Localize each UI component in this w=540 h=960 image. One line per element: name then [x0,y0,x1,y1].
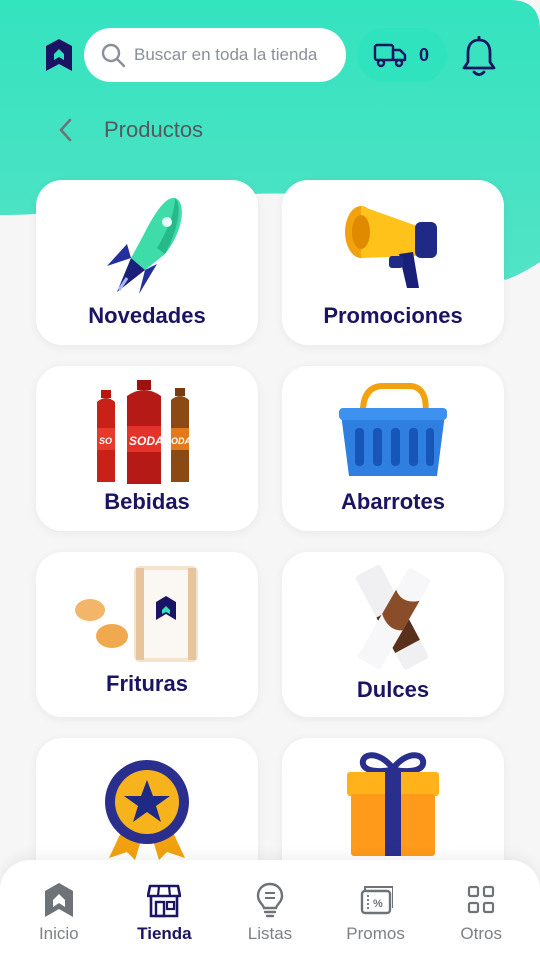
store-icon [147,884,182,918]
bottom-navigation: Inicio Tienda Listas % Promos Otros [0,860,540,960]
category-label: Dulces [356,677,430,702]
search-icon [101,43,126,68]
search-placeholder: Buscar en toda la tienda [134,45,318,64]
category-label: Frituras [106,671,188,696]
category-label: Promociones [323,303,463,328]
home-icon [44,883,73,917]
svg-text:SODA: SODA [129,434,164,448]
nav-item-listas[interactable]: Listas [220,882,320,960]
soda-bottles-icon: SO ODA SODA [97,380,191,484]
truck-icon [373,43,407,68]
page-title: Productos [104,117,204,142]
category-card-dulces[interactable]: Dulces [282,552,504,717]
nav-label: Inicio [38,924,79,943]
grid-icon [468,885,495,914]
nav-label: Otros [460,924,502,943]
category-label: Abarrotes [341,489,445,514]
nav-item-promos[interactable]: % Promos [326,882,426,960]
star-badge-icon [105,760,189,860]
category-card-novedades[interactable]: Novedades [36,180,258,345]
basket-icon [339,383,447,476]
nav-item-tienda[interactable]: Tienda [114,882,214,960]
coupon-icon: % [360,886,393,915]
chips-bag-icon [75,566,198,662]
rocket-icon [107,197,182,294]
bell-icon[interactable] [460,36,498,78]
brand-logo-icon[interactable] [44,38,74,72]
chocolate-bar-icon [355,564,431,670]
nav-label: Tienda [137,924,192,943]
category-card-frituras[interactable]: Frituras [36,552,258,717]
nav-item-inicio[interactable]: Inicio [9,882,109,960]
gift-box-icon [347,752,439,856]
breadcrumb: Productos [56,112,203,148]
megaphone-icon [345,206,437,288]
search-input[interactable]: Buscar en toda la tienda [84,28,346,82]
category-card-promociones[interactable]: Promociones [282,180,504,345]
nav-item-otros[interactable]: Otros [431,882,531,960]
category-card-bebidas[interactable]: SO ODA SODA Bebidas [36,366,258,531]
cart-count: 0 [419,44,430,65]
cart-button[interactable]: 0 [357,28,447,82]
category-card-abarrotes[interactable]: Abarrotes [282,366,504,531]
lightbulb-icon [256,882,284,918]
svg-text:%: % [373,898,383,910]
chevron-left-icon[interactable] [56,116,76,144]
category-label: Bebidas [104,489,190,514]
nav-label: Promos [346,924,405,943]
category-label: Novedades [88,303,206,328]
svg-text:SO: SO [99,436,112,446]
nav-label: Listas [247,924,293,943]
svg-text:ODA: ODA [171,436,191,446]
